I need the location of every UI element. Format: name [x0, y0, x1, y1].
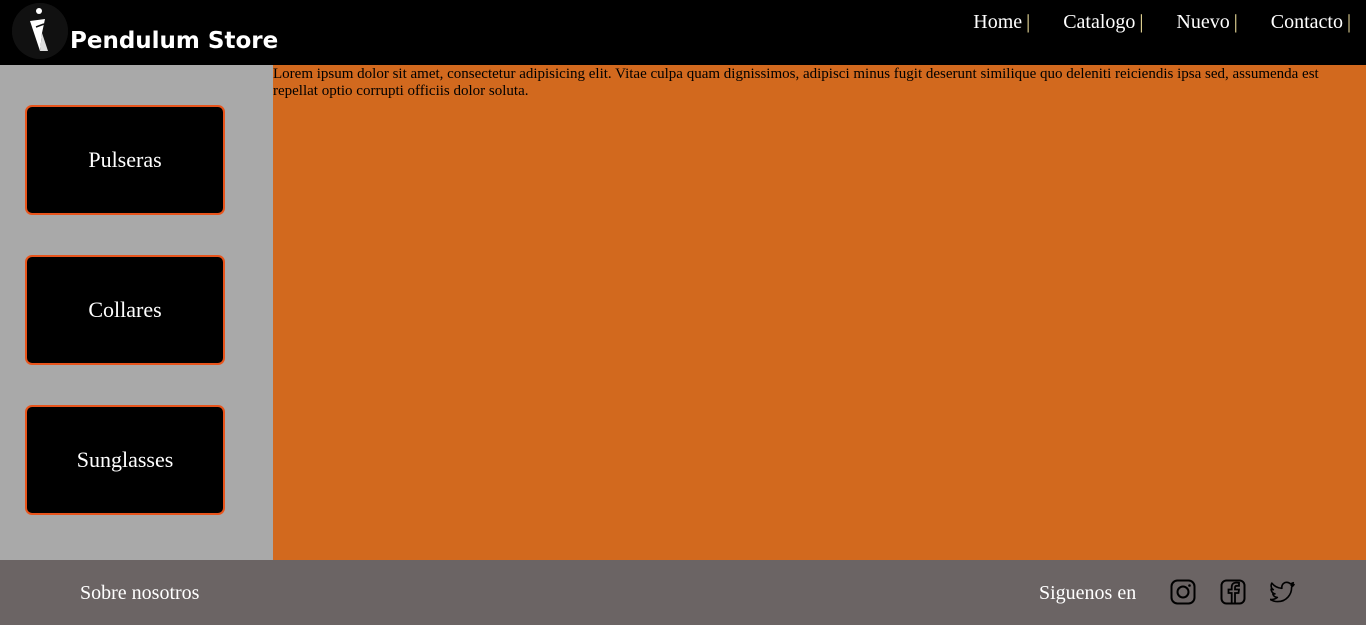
nav-separator: |: [1026, 11, 1031, 33]
main-nav: Home | Catalogo | Nuevo | Contacto |: [973, 10, 1351, 34]
nav-separator: |: [1233, 11, 1238, 33]
nav-catalogo[interactable]: Catalogo: [1063, 10, 1135, 34]
instagram-icon[interactable]: [1170, 579, 1196, 605]
category-pulseras-button[interactable]: Pulseras: [25, 105, 225, 215]
site-footer: Sobre nosotros Siguenos en: [0, 560, 1366, 625]
site-header: Pendulum Store Home | Catalogo | Nuevo |…: [0, 0, 1366, 65]
brand-name[interactable]: Pendulum Store: [70, 26, 278, 56]
follow-label: Siguenos en: [1039, 582, 1137, 604]
facebook-icon[interactable]: [1220, 579, 1246, 605]
nav-nuevo[interactable]: Nuevo: [1176, 10, 1229, 34]
main-content: Lorem ipsum dolor sit amet, consectetur …: [273, 65, 1366, 560]
twitter-icon[interactable]: [1270, 579, 1296, 605]
nav-contacto[interactable]: Contacto: [1271, 10, 1343, 34]
category-collares-button[interactable]: Collares: [25, 255, 225, 365]
category-sidebar: Pulseras Collares Sunglasses: [0, 65, 273, 560]
pendulum-logo-icon[interactable]: [12, 3, 68, 59]
nav-separator: |: [1139, 11, 1144, 33]
about-link[interactable]: Sobre nosotros: [80, 581, 199, 605]
category-sunglasses-button[interactable]: Sunglasses: [25, 405, 225, 515]
nav-separator: |: [1346, 11, 1351, 33]
main-paragraph: Lorem ipsum dolor sit amet, consectetur …: [273, 66, 1319, 99]
nav-home[interactable]: Home: [973, 10, 1022, 34]
